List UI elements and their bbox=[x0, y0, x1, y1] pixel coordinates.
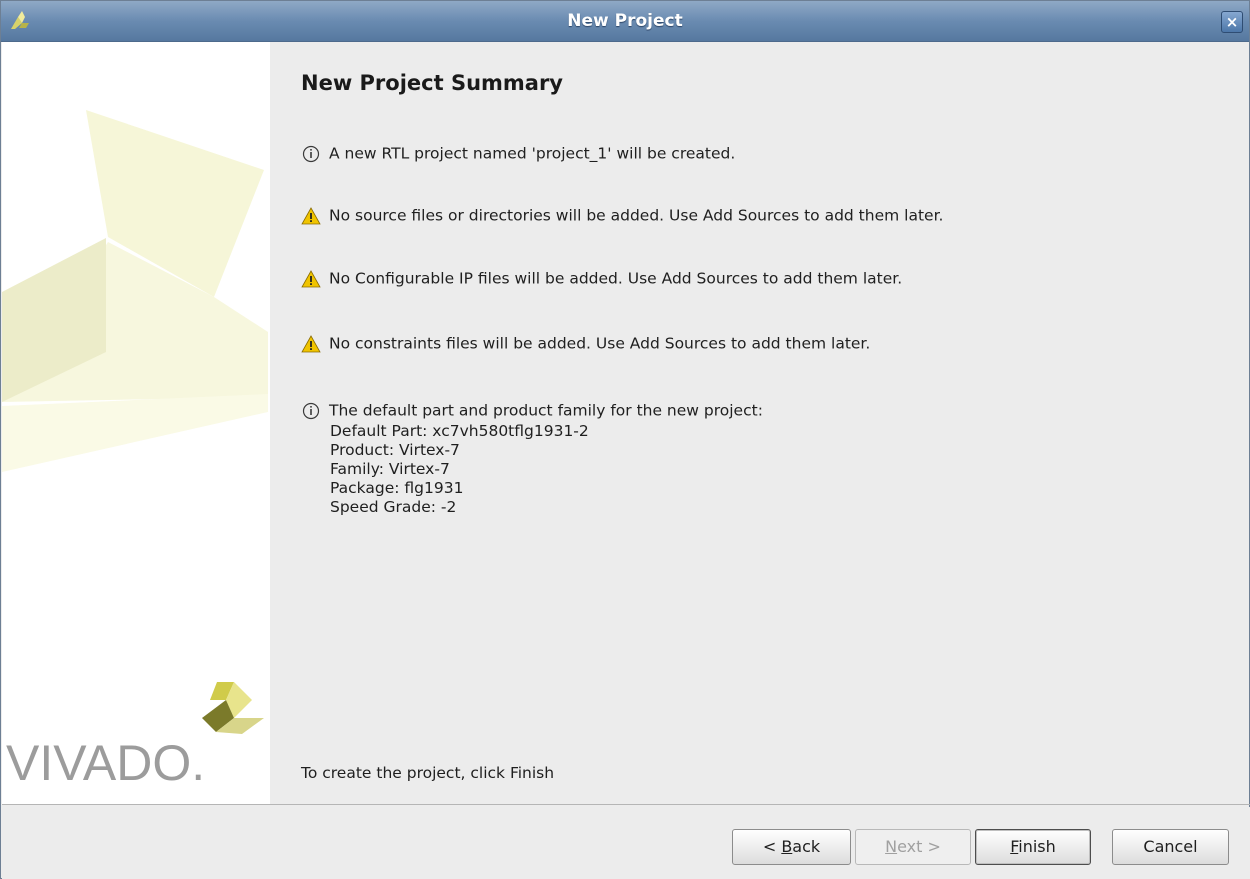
warning-icon bbox=[301, 269, 321, 287]
part-detail-package: Package: flg1931 bbox=[330, 478, 464, 497]
sidebar-branding: VIVADO. bbox=[2, 42, 270, 804]
back-button[interactable]: < Back bbox=[732, 829, 851, 865]
vivado-logo: VIVADO. bbox=[6, 682, 264, 791]
close-icon[interactable]: × bbox=[1221, 11, 1243, 33]
part-detail-family: Family: Virtex-7 bbox=[330, 459, 450, 478]
message-project-name: A new RTL project named 'project_1' will… bbox=[301, 142, 735, 165]
part-detail-default-part: Default Part: xc7vh580tflg1931-2 bbox=[330, 421, 589, 440]
summary-panel: New Project Summary A new RTL project na… bbox=[270, 42, 1249, 804]
warning-icon bbox=[301, 206, 321, 224]
part-detail-product: Product: Virtex-7 bbox=[330, 440, 460, 459]
title-bar[interactable]: New Project × bbox=[1, 1, 1249, 42]
message-no-ip: No Configurable IP files will be added. … bbox=[301, 267, 902, 290]
warning-icon bbox=[301, 334, 321, 352]
vivado-background-graphic bbox=[2, 110, 268, 472]
next-button[interactable]: Next > bbox=[855, 829, 971, 865]
part-detail-speed-grade: Speed Grade: -2 bbox=[330, 497, 457, 516]
new-project-dialog: New Project × VIVADO. New Project Summar… bbox=[0, 0, 1250, 879]
finish-button[interactable]: Finish bbox=[975, 829, 1091, 865]
cancel-button[interactable]: Cancel bbox=[1112, 829, 1229, 865]
info-icon bbox=[302, 145, 320, 162]
window-title: New Project bbox=[567, 11, 683, 31]
message-default-part: The default part and product family for … bbox=[301, 399, 763, 517]
button-bar: < Back Next > Finish Cancel bbox=[2, 807, 1250, 879]
page-title: New Project Summary bbox=[301, 71, 563, 95]
finish-instruction: To create the project, click Finish bbox=[301, 764, 555, 782]
info-icon bbox=[302, 402, 320, 419]
message-no-constraints: No constraints files will be added. Use … bbox=[301, 332, 870, 355]
vivado-logo-text: VIVADO. bbox=[6, 735, 205, 791]
message-no-sources: No source files or directories will be a… bbox=[301, 204, 943, 227]
